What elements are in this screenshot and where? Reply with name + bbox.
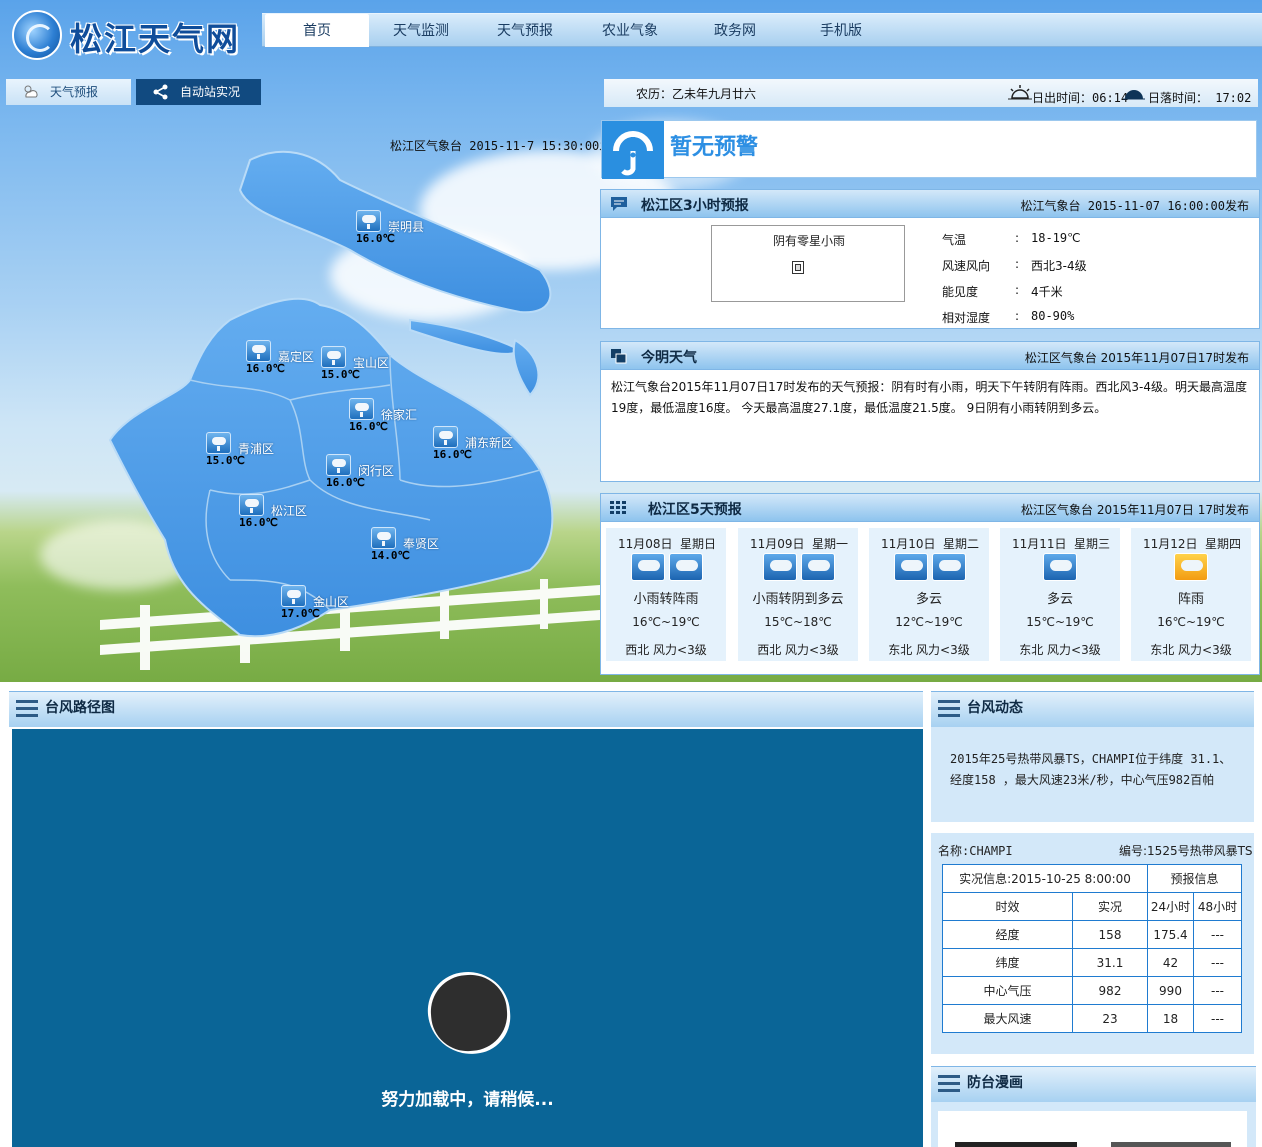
tab-forecast-label: 天气预报 [50, 85, 99, 99]
map-station[interactable]: 浦东新区 16.0℃ [433, 426, 543, 466]
rain-cloud-icon [246, 340, 271, 362]
map-station[interactable]: 崇明县 16.0℃ [356, 210, 466, 250]
nav-monitoring[interactable]: 天气监测 [369, 14, 473, 47]
typhoon-path-header: 台风路径图 [9, 691, 923, 727]
nav-agriculture[interactable]: 农业气象 [578, 14, 682, 47]
tab-auto-station-label: 自动站实况 [180, 85, 241, 99]
rain-cloud-icon [349, 398, 374, 420]
typhoon-name: 名称:CHAMPI [938, 844, 1013, 858]
nav-home[interactable]: 首页 [265, 14, 369, 47]
cloud-icon [894, 553, 928, 581]
shanghai-map [108, 150, 554, 638]
warning-panel: 暂无预警 [601, 120, 1257, 179]
typhoon-info-table: 实况信息:2015-10-25 8:00:00 预报信息 时效 实况 24小时 48小时… [942, 864, 1242, 1033]
rain-cloud-icon [321, 346, 346, 368]
cartoon-header: 防台漫画 [931, 1066, 1256, 1102]
forecast-day-card[interactable]: 11月11日 星期三 多云 15℃~19℃ 东北 风力<3级 [1000, 528, 1120, 661]
tab-forecast[interactable]: 天气预报 [6, 79, 131, 105]
forecast-day-card[interactable]: 11月12日 星期四 阵雨 16℃~19℃ 东北 风力<3级 [1131, 528, 1251, 661]
forecast-day-card[interactable]: 11月08日 星期日 小雨转阵雨 16℃~19℃ 西北 风力<3级 [606, 528, 726, 661]
rain-cloud-icon [356, 210, 381, 232]
tab-auto-station[interactable]: 自动站实况 [136, 79, 261, 105]
share-icon [153, 84, 168, 100]
lunar-date: 农历：乙未年九月廿六 [636, 87, 757, 101]
map-station[interactable]: 金山区 17.0℃ [281, 585, 391, 625]
chat-bubble-icon [611, 197, 627, 211]
forecast-day-card[interactable]: 11月10日 星期二 多云 12℃~19℃ 东北 风力<3级 [869, 528, 989, 661]
panel-header: 松江区5天预报 松江区气象台 2015年11月07日 17时发布 [601, 494, 1259, 522]
typhoon-news-header: 台风动态 [931, 691, 1254, 727]
site-logo[interactable]: 松江天气网 [10, 8, 240, 62]
menu-lines-icon [938, 1075, 960, 1093]
loading-message: 努力加载中，请稍候... [381, 1090, 554, 1110]
cloud-icon [932, 553, 966, 581]
rain-cloud-icon [326, 454, 351, 476]
grid-icon [610, 501, 626, 514]
sunrise-time: 日出时间：06:14 [1032, 91, 1129, 105]
panel-title: 台风动态 [967, 700, 1023, 716]
broken-image-icon [792, 261, 804, 274]
panel-publish-time: 松江区气象台 2015年11月07日 17时发布 [1021, 503, 1249, 517]
cartoon-thumb[interactable] [955, 1142, 1077, 1147]
sunset-icon [1123, 90, 1145, 100]
logo-emblem-icon [12, 10, 62, 60]
today-forecast-text: 松江气象台2015年11月07日17时发布的天气预报：阴有时有小雨，明天下午转阴… [611, 380, 1247, 415]
panel-title: 台风路径图 [45, 700, 115, 716]
cartoon-thumb[interactable] [1111, 1142, 1231, 1147]
warning-status: 暂无预警 [670, 135, 759, 160]
rain-cloud-icon [433, 426, 458, 448]
five-day-forecast-panel: 松江区5天预报 松江区气象台 2015年11月07日 17时发布 11月08日星… [600, 493, 1260, 675]
rain-cloud-icon [239, 494, 264, 516]
sunset-time: 日落时间： 17:02 [1148, 91, 1252, 105]
nav-mobile[interactable]: 手机版 [789, 14, 893, 47]
panel-publish-time: 松江气象台 2015-11-07 16:00:00发布 [1020, 199, 1250, 213]
site-name: 松江天气网 [70, 20, 241, 58]
rain-cloud-icon [281, 585, 306, 607]
cloud-icon [1043, 553, 1077, 581]
map-station[interactable]: 青浦区 15.0℃ [206, 432, 316, 472]
menu-lines-icon [938, 700, 960, 718]
panel-title: 防台漫画 [967, 1075, 1023, 1091]
panel-publish-time: 松江区气象台 2015年11月07日17时发布 [1024, 351, 1249, 365]
map-station[interactable]: 奉贤区 14.0℃ [371, 527, 481, 567]
shower-icon [1174, 553, 1208, 581]
panel-title: 松江区5天预报 [648, 502, 742, 518]
cartoon-viewer[interactable] [938, 1111, 1247, 1147]
main-nav: 首页 天气监测 天气预报 农业气象 政务网 手机版 [262, 13, 1262, 47]
rain-icon [763, 553, 797, 581]
cloud-icon [801, 553, 835, 581]
three-hour-forecast-panel: 松江区3小时预报 松江气象台 2015-11-07 16:00:00发布 阴有零… [600, 189, 1260, 329]
rain-cloud-icon [206, 432, 231, 454]
warning-umbrella-icon [602, 121, 664, 179]
typhoon-news-text: 2015年25号热带风暴TS，CHAMPI位于纬度 31.1、经度158 ，最大… [950, 752, 1232, 787]
rain-icon [631, 553, 665, 581]
forecast-day-card[interactable]: 11月09日 星期一 小雨转阴到多云 15℃~18℃ 西北 风力<3级 [738, 528, 858, 661]
rain-cloud-icon [371, 527, 396, 549]
panel-header: 松江区3小时预报 松江气象台 2015-11-07 16:00:00发布 [601, 190, 1259, 218]
typhoon-code: 编号:1525号热带风暴TS [1119, 844, 1253, 858]
weather-desc-box: 阴有零星小雨 [711, 225, 905, 302]
map-station[interactable]: 松江区 16.0℃ [239, 494, 349, 534]
sunrise-icon [1008, 85, 1032, 100]
panel-header: 今明天气 松江区气象台 2015年11月07日17时发布 [601, 342, 1259, 370]
weather-desc: 阴有零星小雨 [772, 234, 845, 248]
today-weather-panel: 今明天气 松江区气象台 2015年11月07日17时发布 松江气象台2015年1… [600, 341, 1260, 482]
rain-icon [669, 553, 703, 581]
cloud-sun-icon [24, 85, 38, 98]
nav-government[interactable]: 政务网 [683, 14, 787, 47]
squares-icon [611, 349, 627, 364]
lunar-bar: 农历：乙未年九月廿六 日出时间：06:14 日落时间： 17:02 [604, 79, 1258, 107]
map-station[interactable]: 宝山区 15.0℃ [321, 346, 431, 386]
panel-title: 松江区3小时预报 [641, 198, 749, 214]
panel-title: 今明天气 [641, 350, 697, 366]
menu-lines-icon [16, 700, 38, 718]
nav-forecast[interactable]: 天气预报 [473, 14, 577, 47]
map-station[interactable]: 闵行区 16.0℃ [326, 454, 436, 494]
